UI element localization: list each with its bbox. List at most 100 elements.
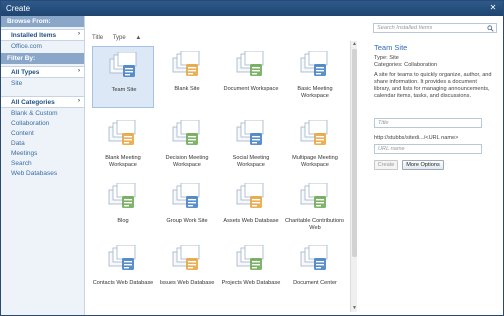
document-workspace-icon (236, 51, 264, 76)
sidebar-item-label: Web Databases (11, 169, 58, 177)
more-options-button[interactable]: More Options (402, 160, 444, 170)
template-tile-label: Document Workspace (223, 86, 279, 92)
template-tile[interactable]: Blog (92, 178, 154, 240)
sidebar-item-label: Meetings (11, 149, 38, 157)
scrollbar-thumb[interactable] (352, 49, 357, 257)
search-icon[interactable] (487, 25, 494, 32)
sidebar-item-label: Installed Items (11, 31, 57, 39)
create-dialog: Create ✕ Browse From: Installed Items › … (0, 0, 504, 316)
title-placeholder: Title (378, 120, 389, 126)
social-meeting-icon (236, 120, 264, 145)
template-tile[interactable]: Charitable Contributions Web (284, 178, 344, 240)
sidebar-item-blank-custom[interactable]: Blank & Custom (1, 108, 84, 118)
template-tile[interactable]: Document Center (284, 240, 344, 302)
multipage-meeting-icon (300, 120, 328, 145)
sidebar-item-site[interactable]: Site (1, 78, 84, 88)
charitable-icon (300, 183, 328, 208)
sidebar-item-label: Blank & Custom (11, 109, 58, 117)
sidebar-item-collaboration[interactable]: Collaboration (1, 118, 84, 128)
type-column-label: Type (112, 35, 126, 41)
template-tile-label: Charitable Contributions Web (284, 218, 344, 231)
template-tile-label: Document Center (293, 280, 337, 286)
template-tile[interactable]: Blank Meeting Workspace (92, 115, 154, 177)
template-tile-label: Assets Web Database (223, 218, 279, 224)
browse-group: Installed Items › Office.com (1, 27, 84, 53)
blank-meeting-icon (108, 120, 136, 145)
search-input[interactable]: Search Installed Items (373, 23, 497, 33)
template-meta: Type: Site Categories: Collaboration (374, 55, 437, 69)
chevron-right-icon: › (78, 98, 80, 104)
selected-template-title: Team Site (374, 43, 408, 52)
template-tile[interactable]: Assets Web Database (220, 178, 282, 240)
sidebar-item-content[interactable]: Content (1, 128, 84, 138)
template-tile-label: Blog (117, 218, 129, 224)
title-column-header[interactable]: Title (92, 35, 103, 41)
sidebar-item-label: Office.com (11, 42, 42, 50)
template-tile-label: Blank Site (174, 86, 200, 92)
title-field[interactable]: Title (374, 118, 482, 128)
template-tile-label: Issues Web Database (159, 280, 215, 286)
template-tile[interactable]: Contacts Web Database (92, 240, 154, 302)
sidebar-item-web-databases[interactable]: Web Databases (1, 168, 84, 178)
template-tile-label: Blank Meeting Workspace (105, 155, 141, 168)
scroll-down-icon[interactable]: ▼ (351, 305, 358, 312)
template-tile[interactable]: Social Meeting Workspace (220, 115, 282, 177)
sidebar-item-office-com[interactable]: Office.com (1, 41, 84, 51)
create-button[interactable]: Create (374, 160, 398, 170)
assets-db-icon (236, 183, 264, 208)
contacts-db-icon (108, 245, 136, 270)
template-tile[interactable]: Group Work Site (156, 178, 218, 240)
url-prefix: http://stubbs/sitedi.../<URL name> (374, 135, 459, 141)
template-tile[interactable]: Multipage Meeting Workspace (284, 115, 344, 177)
close-icon[interactable]: ✕ (488, 3, 498, 13)
title-bar: Create ✕ (1, 1, 503, 16)
filter-header: Filter By: (1, 53, 84, 64)
window-title: Create (6, 4, 31, 13)
search-placeholder: Search Installed Items (377, 25, 433, 31)
sidebar-item-label: All Types (11, 68, 40, 76)
column-headers: Title Type ▲ (92, 35, 157, 41)
chevron-right-icon: › (78, 68, 80, 74)
template-tile[interactable]: Projects Web Database (220, 240, 282, 302)
url-placeholder: URL name (378, 146, 405, 152)
template-tile[interactable]: Decision Meeting Workspace (156, 115, 218, 177)
sidebar-item-all-types[interactable]: All Types › (1, 66, 84, 78)
type-column-header[interactable]: Type ▲ (113, 35, 150, 41)
blank-site-icon (172, 51, 200, 76)
template-tile[interactable]: Basic Meeting Workspace (284, 46, 344, 108)
document-center-icon (300, 245, 328, 270)
template-tile-label: Basic Meeting Workspace (297, 86, 333, 99)
type-filter-group: All Types › Site (1, 64, 84, 90)
sort-ascending-icon: ▲ (135, 35, 142, 41)
template-gallery: Team Site Blank Site Document Workspace Bas… (92, 46, 344, 316)
template-tile-label: Projects Web Database (221, 280, 281, 286)
template-tile[interactable]: Team Site (92, 46, 154, 108)
template-tile-label: Team Site (111, 87, 137, 93)
template-tile[interactable]: Blank Site (156, 46, 218, 108)
sidebar-item-data[interactable]: Data (1, 138, 84, 148)
template-tile-label: Contacts Web Database (92, 280, 154, 286)
blog-icon (108, 183, 136, 208)
projects-db-icon (236, 245, 264, 270)
sidebar-item-label: Collaboration (11, 119, 50, 127)
sidebar-item-all-categories[interactable]: All Categories › (1, 96, 84, 108)
sidebar-item-installed-items[interactable]: Installed Items › (1, 29, 84, 41)
decision-meeting-icon (172, 120, 200, 145)
template-description: A site for teams to quickly organize, au… (374, 72, 492, 99)
scroll-up-icon[interactable]: ▲ (351, 41, 358, 48)
sidebar-item-label: Data (11, 139, 25, 147)
sidebar-item-meetings[interactable]: Meetings (1, 148, 84, 158)
group-work-icon (172, 183, 200, 208)
basic-meeting-icon (300, 51, 328, 76)
sidebar-item-search[interactable]: Search (1, 158, 84, 168)
sidebar: Browse From: Installed Items › Office.co… (1, 16, 85, 315)
team-site-icon (109, 52, 137, 77)
gallery-scrollbar[interactable]: ▲ ▼ (350, 41, 357, 312)
template-tile[interactable]: Issues Web Database (156, 240, 218, 302)
url-name-field[interactable]: URL name (374, 144, 482, 154)
template-tile-label: Group Work Site (166, 218, 208, 224)
chevron-right-icon: › (78, 31, 80, 37)
sidebar-item-label: Search (11, 159, 32, 167)
sidebar-item-label: Content (11, 129, 34, 137)
template-tile[interactable]: Document Workspace (220, 46, 282, 108)
